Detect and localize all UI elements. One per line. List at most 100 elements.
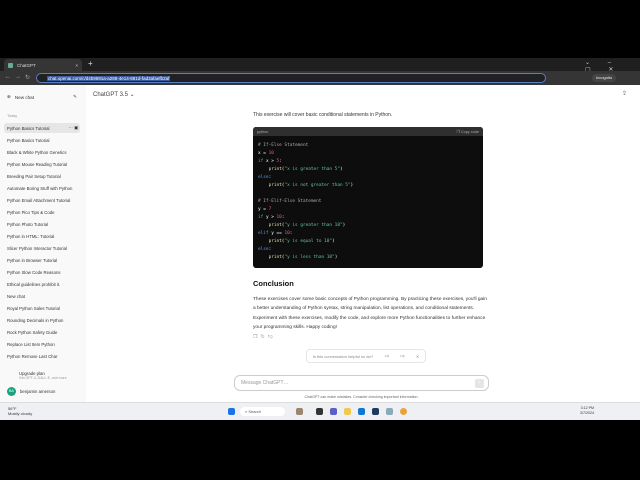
chat-title: Breeding Pair Setup Tutorial (7, 173, 61, 179)
edge-icon[interactable] (358, 408, 365, 415)
code-content: # If-Else Statement x = 10 if x > 5: pri… (258, 143, 354, 260)
feedback-text: Is this conversation helpful so far? (312, 353, 374, 359)
chat-title: Royal Python Sales Tutorial (7, 305, 60, 311)
chat-title: Automate Boring Stuff with Python (7, 185, 73, 191)
user-name: benjamin amerson (20, 388, 56, 394)
chat-title: Rounding Decimals in Python (7, 317, 64, 323)
upgrade-sub: Get GPT-4, DALL·E, and more (19, 375, 67, 380)
chat-title: Python Photo Tutorial (7, 221, 49, 227)
edit-icon[interactable]: ✎ (73, 94, 77, 100)
clock[interactable]: 3:12 PM 3/7/2024 (580, 406, 594, 416)
reload-icon[interactable]: ↻ (25, 74, 30, 81)
chat-title: New chat (7, 293, 25, 299)
weather-desc: Mostly cloudy (8, 411, 33, 416)
chat-title: Rock Python Safety Guide (7, 329, 58, 335)
thumbs-down-icon[interactable]: 👎︎ (268, 334, 276, 340)
user-menu[interactable]: BA benjamin amerson (4, 385, 80, 397)
url-input[interactable]: chat.openai.com/c/d4b9691a-a288-4e14-881… (36, 73, 546, 83)
copy-label: Copy code (460, 130, 479, 134)
sidebar-chat-item[interactable]: Black & White Python Genetics (4, 147, 80, 157)
app-icon[interactable] (386, 408, 393, 415)
disclaimer: ChatGPT can make mistakes. Consider chec… (304, 395, 419, 399)
chat-options-icon[interactable]: ··· ▣ (68, 125, 78, 131)
app-icon[interactable] (296, 408, 303, 415)
close-icon[interactable]: ✕ (416, 354, 419, 359)
regenerate-icon[interactable]: ↻ (260, 334, 267, 340)
chrome-icon[interactable] (400, 408, 407, 415)
incognito-badge[interactable]: Incognito (592, 74, 617, 82)
chat-title: Replace List Item Python (7, 341, 55, 347)
sidebar-chat-item[interactable]: Python Photo Tutorial (4, 219, 80, 229)
sidebar-chat-item[interactable]: Python Email Attachment Tutorial (4, 195, 80, 205)
upgrade-plan-button[interactable]: Upgrade plan Get GPT-4, DALL·E, and more (4, 367, 80, 383)
avatar: BA (7, 386, 16, 396)
time: 3:12 PM (580, 406, 594, 410)
sidebar-chat-item[interactable]: Python Remove Last Char (4, 351, 80, 361)
teams-icon[interactable] (330, 408, 337, 415)
chat-title: Python Slow Code Reasons (7, 269, 61, 275)
sidebar-chat-item[interactable]: Python Mouse Reading Tutorial (4, 159, 80, 169)
sidebar-chat-item[interactable]: Rock Python Safety Guide (4, 327, 80, 337)
conclusion-text: These exercises cover some basic concept… (253, 297, 487, 331)
message-actions: ❐↻👎︎ (253, 334, 276, 340)
date: 3/7/2024 (580, 411, 594, 415)
intro-text: This exercise will cover basic condition… (253, 112, 393, 118)
message-input[interactable]: Message ChatGPT… ↑ (234, 375, 489, 391)
address-bar-row: ← → ↻ chat.openai.com/c/d4b9691a-a288-4e… (0, 71, 640, 85)
feedback-prompt: Is this conversation helpful so far? 👍︎ 👎︎… (306, 349, 426, 363)
chatgpt-app: ⊛ New chat ✎ Today Python Basics Tutorial ·… (0, 85, 640, 402)
taskbar-search[interactable]: ⌕ Search (240, 407, 285, 416)
code-language: python (257, 129, 269, 134)
chat-title: Python Email Attachment Tutorial (7, 197, 71, 203)
sidebar-chat-item[interactable]: Python in Browser Tutorial (4, 255, 80, 265)
chat-title: Slicer Python Interactor Tutorial (7, 245, 67, 251)
chat-title: Python Basics Tutorial (7, 137, 50, 143)
chat-title: Python Basics Tutorial (7, 125, 50, 131)
forward-icon[interactable]: → (15, 74, 21, 80)
sidebar-chat-item[interactable]: Python Pico Tips & Code (4, 207, 80, 217)
browser-tab[interactable]: ChatGPT × (4, 59, 82, 71)
send-button[interactable]: ↑ (475, 379, 484, 388)
browser-tab-bar: ChatGPT × + ⌄ – ▢ ✕ (0, 58, 640, 73)
new-tab-button[interactable]: + (88, 59, 93, 68)
app-icon[interactable] (316, 408, 323, 415)
back-icon[interactable]: ← (5, 74, 11, 80)
new-chat-button[interactable]: ⊛ New chat ✎ (4, 92, 80, 102)
chat-title: Ethical guidelines prohibit it. (7, 281, 61, 287)
sidebar-chat-item[interactable]: Slicer Python Interactor Tutorial (4, 243, 80, 253)
weather-widget[interactable]: 56°F Mostly cloudy (8, 406, 32, 416)
section-label: Today (7, 114, 18, 118)
chatgpt-favicon-icon (8, 62, 13, 68)
share-icon[interactable]: ⇪ (622, 90, 627, 97)
chat-main: ChatGPT 3.5 ⌄ ⇪ This exercise will cover… (86, 85, 640, 402)
copy-code-button[interactable]: ❐ Copy code (456, 129, 479, 134)
chat-title: Python in HTML: Tutorial (7, 233, 55, 239)
sidebar-chat-item[interactable]: Replace List Item Python (4, 339, 80, 349)
new-chat-label: New chat (14, 94, 35, 100)
code-block: python ❐ Copy code # If-Else Statement x … (253, 127, 483, 268)
sidebar-chat-item[interactable]: New chat (4, 291, 80, 301)
conclusion-heading: Conclusion (253, 279, 294, 288)
close-tab-icon[interactable]: × (75, 63, 78, 68)
model-selector[interactable]: ChatGPT 3.5 ⌄ (93, 91, 135, 98)
sidebar-chat-item[interactable]: Rounding Decimals in Python (4, 315, 80, 325)
sidebar-chat-item[interactable]: Ethical guidelines prohibit it. (4, 279, 80, 289)
sidebar-chat-item[interactable]: Royal Python Sales Tutorial (4, 303, 80, 313)
sidebar-chat-item[interactable]: Python Basics Tutorial ··· ▣ (4, 123, 80, 133)
sidebar-chat-item[interactable]: Python in HTML: Tutorial (4, 231, 80, 241)
search-label: Search (248, 409, 262, 414)
file-explorer-icon[interactable] (344, 408, 351, 415)
sidebar-chat-item[interactable]: Python Basics Tutorial (4, 135, 80, 145)
model-name: ChatGPT 3.5 (93, 92, 128, 98)
thumbs-up-icon[interactable]: 👍︎ (385, 353, 389, 359)
chat-title: Python Mouse Reading Tutorial (7, 161, 67, 167)
sidebar-chat-item[interactable]: Breeding Pair Setup Tutorial (4, 171, 80, 181)
sidebar-chat-item[interactable]: Python Slow Code Reasons (4, 267, 80, 277)
chat-title: Black & White Python Genetics (7, 149, 67, 155)
input-placeholder: Message ChatGPT… (241, 380, 289, 386)
sidebar-chat-item[interactable]: Automate Boring Stuff with Python (4, 183, 80, 193)
thumbs-down-icon[interactable]: 👎︎ (400, 353, 404, 359)
tab-title: ChatGPT (17, 62, 36, 68)
start-icon[interactable] (228, 408, 235, 415)
store-icon[interactable] (372, 408, 379, 415)
